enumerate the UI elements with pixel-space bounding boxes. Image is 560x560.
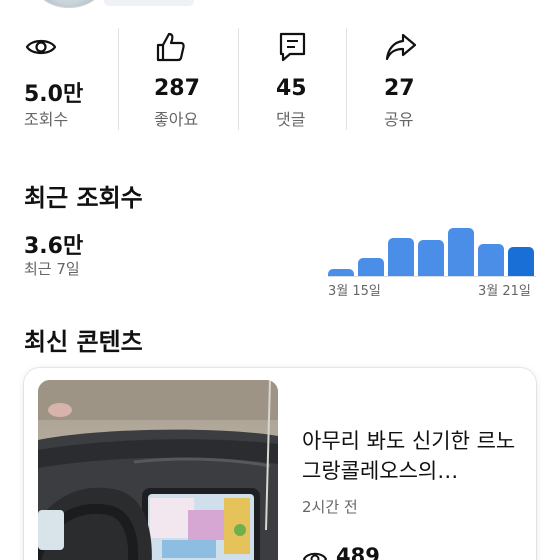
- stat-value: 45: [276, 76, 307, 101]
- content-views-count: 489: [336, 544, 380, 560]
- chart-bar: [328, 269, 354, 276]
- x-tick-label-end: 3월 21일: [478, 284, 531, 299]
- chart-bar: [478, 244, 504, 276]
- car-interior-thumbnail-image: [38, 380, 278, 560]
- stats-row: 5.0만 조회수 287 좋아요 45 댓글 27 공유: [0, 28, 560, 132]
- stat-value: 5.0만: [24, 82, 84, 107]
- stat-label: 조회수: [24, 110, 69, 129]
- chart-bar: [358, 258, 384, 276]
- recent-views-value: 3.6만: [24, 234, 84, 259]
- stat-label: 좋아요: [154, 110, 199, 129]
- latest-content-title: 최신 콘텐츠: [24, 328, 143, 356]
- profile-avatar[interactable]: [36, 0, 102, 8]
- thumbs-up-icon: [156, 32, 185, 62]
- chart-bar: [448, 228, 474, 276]
- stat-label: 공유: [384, 110, 414, 129]
- content-title[interactable]: 아무리 봐도 신기한 르노 그랑콜레오스의 인포테인먼트 시스템: [302, 426, 522, 486]
- recent-views-title: 최근 조회수: [24, 184, 143, 212]
- content-thumbnail[interactable]: [38, 380, 278, 560]
- comment-icon: [279, 32, 306, 62]
- chart-bar: [418, 240, 444, 276]
- chart-baseline: [328, 276, 536, 277]
- stat-value: 287: [154, 76, 200, 101]
- profile-name-placeholder: [104, 0, 194, 6]
- chart-bar: [388, 238, 414, 276]
- content-time: 2시간 전: [302, 498, 358, 516]
- chart-bar: [508, 247, 534, 276]
- divider: [118, 28, 119, 130]
- divider: [238, 28, 239, 130]
- stat-value: 27: [384, 76, 415, 101]
- eye-icon: [303, 552, 327, 560]
- eye-icon: [25, 39, 57, 55]
- divider: [346, 28, 347, 130]
- views-bar-chart: [328, 220, 538, 276]
- stat-label: 댓글: [276, 110, 306, 129]
- recent-views-period: 최근 7일: [24, 260, 80, 278]
- x-tick-label-start: 3월 15일: [328, 284, 381, 299]
- latest-content-card[interactable]: 아무리 봐도 신기한 르노 그랑콜레오스의 인포테인먼트 시스템 2시간 전 4…: [24, 368, 536, 560]
- share-icon: [385, 33, 417, 61]
